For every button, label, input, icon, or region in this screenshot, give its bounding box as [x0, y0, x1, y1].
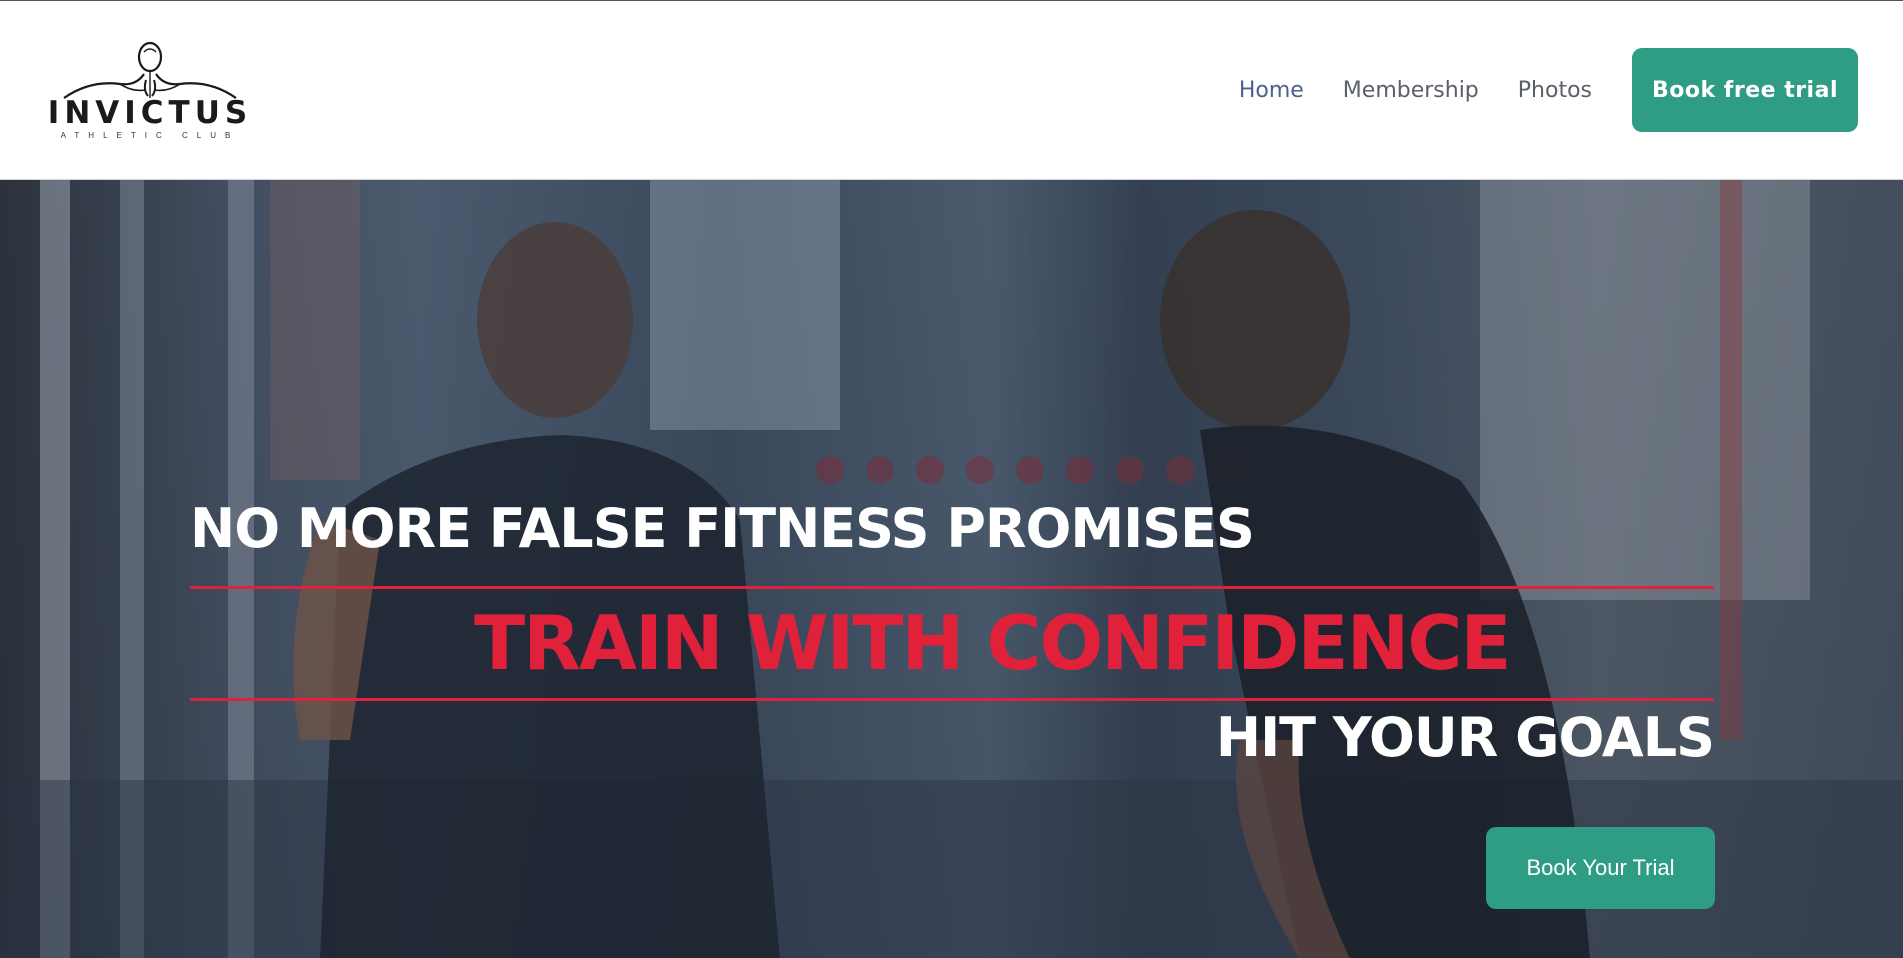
nav-item-membership[interactable]: Membership	[1343, 78, 1479, 103]
page: INVICTUS ATHLETIC CLUB Home Membership P…	[0, 0, 1903, 958]
brand-tagline: ATHLETIC CLUB	[60, 131, 240, 140]
hero-headline-main: TRAIN WITH CONFIDENCE	[474, 599, 1512, 687]
site-header: INVICTUS ATHLETIC CLUB Home Membership P…	[0, 1, 1903, 180]
brand-logo[interactable]: INVICTUS ATHLETIC CLUB	[48, 40, 247, 140]
hero-headline-bottom: HIT YOUR GOALS	[1215, 706, 1715, 769]
hero-divider-top	[190, 586, 1714, 589]
hero-headline-top: NO MORE FALSE FITNESS PROMISES	[190, 497, 1255, 560]
main-nav: Home Membership Photos Book free trial	[1200, 48, 1858, 132]
hero-section: NO MORE FALSE FITNESS PROMISES TRAIN WIT…	[0, 180, 1903, 958]
book-your-trial-button[interactable]: Book Your Trial	[1486, 827, 1715, 909]
hero-divider-bottom	[190, 698, 1714, 701]
brand-name: INVICTUS	[47, 95, 253, 131]
nav-item-photos[interactable]: Photos	[1518, 78, 1592, 103]
nav-item-home[interactable]: Home	[1239, 78, 1304, 103]
athlete-silhouette-icon	[63, 41, 237, 99]
book-free-trial-button[interactable]: Book free trial	[1632, 48, 1858, 132]
